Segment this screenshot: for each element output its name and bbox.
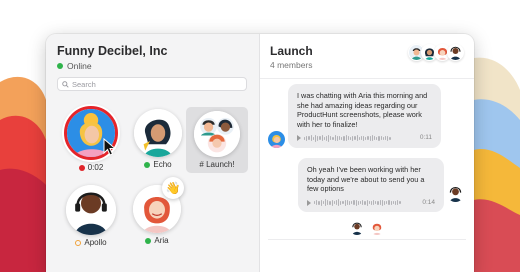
message-bubble[interactable]: I was chatting with Aria this morning an… [288, 84, 441, 148]
search-placeholder: Search [72, 79, 96, 89]
online-dot-icon [144, 161, 151, 168]
audio-duration: 0:14 [422, 198, 435, 206]
tile-apollo[interactable]: Apollo [58, 185, 124, 247]
away-dot-icon [75, 239, 82, 246]
wave-emoji: 👋 [165, 181, 181, 195]
avatar [447, 44, 464, 61]
message-sender-avatar [268, 131, 285, 148]
presence-status[interactable]: Online [57, 61, 92, 71]
avatar [66, 185, 116, 235]
member-avatars[interactable] [408, 44, 464, 61]
wave-reaction-badge: 👋 [162, 177, 184, 199]
tile-echo[interactable]: Echo [125, 109, 191, 169]
tile-label-row: Aria [124, 236, 190, 245]
group-avatars-icon [194, 111, 240, 157]
avatar [350, 221, 364, 235]
recording-dot-icon [78, 164, 85, 171]
play-icon[interactable] [307, 199, 311, 206]
mouse-pointer-icon [103, 138, 117, 156]
man-headphones-avatar-icon [350, 221, 364, 235]
woman-blue-avatar-icon [268, 131, 285, 148]
avatar [134, 109, 182, 157]
message-text: I was chatting with Aria this morning an… [297, 91, 428, 129]
app-window: Funny Decibel, Inc Online Search 0:02 Ec… [46, 34, 474, 272]
chat-title: Launch [270, 44, 313, 58]
search-input[interactable]: Search [57, 77, 247, 91]
waveform[interactable] [304, 134, 417, 142]
tile-launch-channel[interactable]: # Launch! [186, 107, 248, 173]
man-headphones-avatar-icon [447, 185, 464, 202]
online-dot-icon [145, 237, 152, 244]
audio-duration: 0:11 [419, 134, 432, 142]
message-sender-avatar [447, 185, 464, 202]
group-avatar [194, 111, 240, 157]
tile-name: Aria [154, 236, 169, 245]
woman-red-hair-avatar-icon [370, 221, 384, 235]
message-bubble[interactable]: Oh yeah I've been working with her today… [298, 158, 444, 213]
man-headphones-avatar-icon [66, 185, 116, 235]
play-icon[interactable] [297, 135, 301, 142]
tile-name: Apollo [84, 238, 107, 247]
chat-pane: Launch 4 members I was chatting with Ari… [260, 34, 474, 272]
avatar [370, 221, 384, 235]
space-title: Funny Decibel, Inc [57, 44, 168, 58]
recording-timer: 0:02 [87, 163, 104, 172]
tile-label-row: # Launch! [186, 160, 248, 169]
channel-name: # Launch! [199, 160, 235, 169]
timer-row: 0:02 [58, 163, 124, 172]
tile-label-row: Apollo [58, 238, 124, 247]
audio-player[interactable]: 0:14 [307, 198, 435, 208]
tile-label-row: Echo [125, 160, 191, 169]
tile-name: Echo [153, 160, 172, 169]
active-participants [260, 221, 474, 235]
space-pane: Funny Decibel, Inc Online Search 0:02 Ec… [46, 34, 260, 272]
member-count[interactable]: 4 members [270, 60, 313, 70]
online-dot-icon [57, 63, 63, 69]
header-divider [260, 78, 474, 79]
waveform[interactable] [314, 199, 419, 207]
audio-player[interactable]: 0:11 [297, 133, 432, 143]
message-text: Oh yeah I've been working with her today… [307, 165, 425, 194]
composer-divider [268, 239, 466, 240]
woman-dark-hair-avatar-icon [134, 109, 182, 157]
man-headphones-avatar-icon [448, 45, 463, 60]
presence-label: Online [67, 61, 92, 71]
search-icon [62, 80, 69, 88]
